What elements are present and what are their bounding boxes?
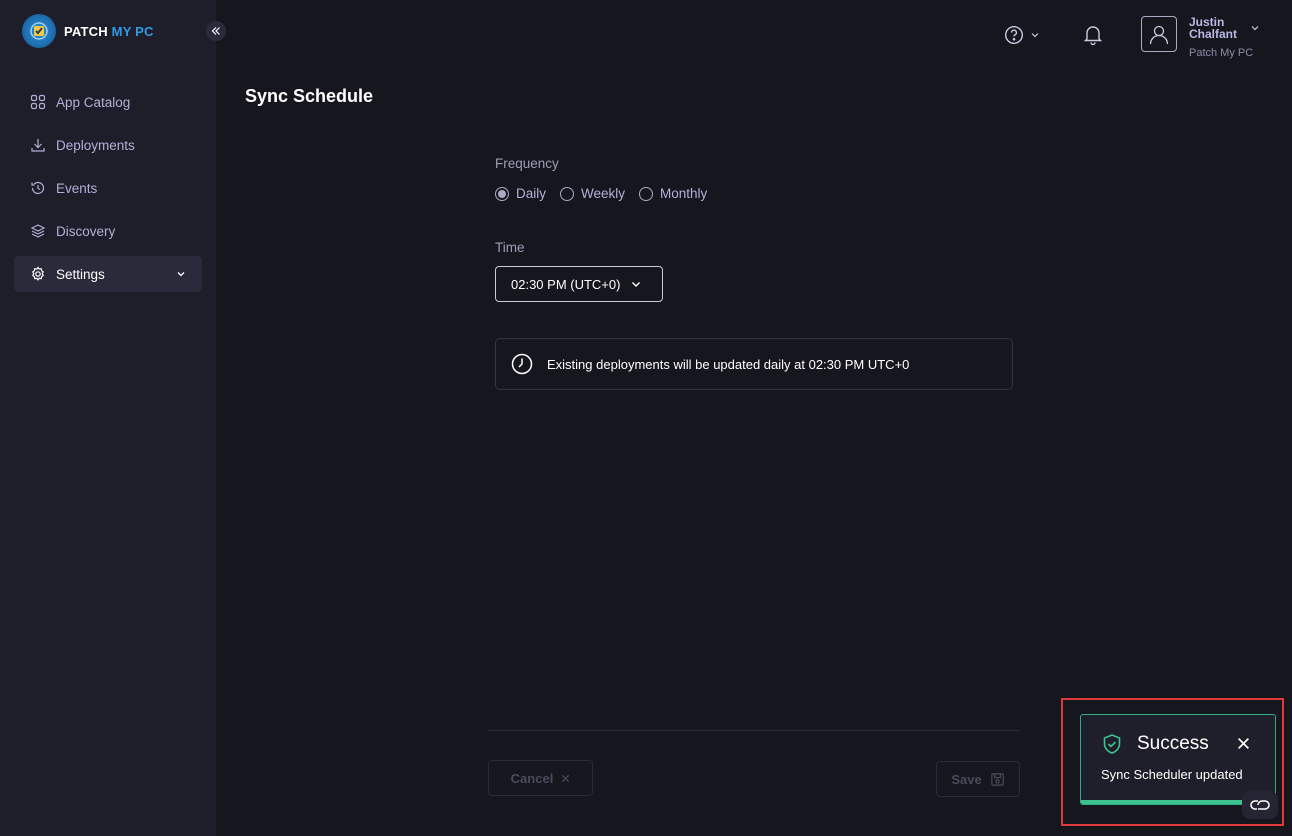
help-icon [1004, 25, 1024, 45]
shield-check-icon [1103, 734, 1121, 754]
close-icon [562, 774, 570, 782]
collapse-sidebar-button[interactable] [206, 21, 226, 41]
sidebar-item-label: Settings [56, 266, 105, 282]
bell-icon [1083, 26, 1103, 46]
user-name: Justin Chalfant [1189, 16, 1249, 40]
radio-daily[interactable]: Daily [495, 186, 546, 201]
toast-title: Success [1137, 733, 1209, 754]
radio-dot[interactable] [560, 186, 575, 201]
user-menu[interactable]: Justin Chalfant Patch My PC [1141, 16, 1253, 59]
user-icon [1149, 25, 1169, 45]
schedule-info-box: Existing deployments will be updated dai… [495, 338, 1013, 390]
time-select[interactable]: 02:30 PM (UTC+0) [495, 266, 663, 302]
cancel-button-label: Cancel [510, 770, 554, 786]
sidebar-item-settings[interactable]: Settings [14, 256, 202, 292]
frequency-radio-group: Daily Weekly Monthly [495, 186, 707, 201]
sidebar-item-label: App Catalog [56, 94, 131, 110]
help-menu-button[interactable] [1004, 25, 1040, 45]
page-title: Sync Schedule [245, 86, 374, 106]
footer-divider [488, 730, 1020, 731]
sidebar-item-label: Discovery [56, 223, 116, 239]
toast-message: Sync Scheduler updated [1101, 767, 1243, 782]
brand-name-part1: PATCH [64, 23, 108, 39]
grid-icon [30, 94, 46, 110]
save-button-label: Save [951, 771, 982, 787]
user-org: Patch My PC [1189, 47, 1254, 59]
brand-logo[interactable]: PATCH MY PC [22, 14, 154, 48]
download-icon [31, 139, 45, 152]
layers-icon [30, 224, 46, 238]
brand-name: PATCH MY PC [64, 24, 154, 39]
radio-label: Daily [516, 186, 547, 201]
gear-icon [32, 266, 44, 281]
chevron-down-icon [1031, 33, 1039, 38]
schedule-info-text: Existing deployments will be updated dai… [547, 356, 910, 372]
toast-close-button[interactable] [1237, 737, 1250, 755]
chevron-down-icon[interactable] [1250, 20, 1260, 38]
chat-link-icon [1250, 800, 1270, 810]
chevron-down-icon [176, 269, 186, 279]
toast-progress-fill [1081, 800, 1246, 804]
clock-icon [511, 353, 533, 375]
sidebar-item-events[interactable]: Events [14, 170, 202, 206]
history-icon [31, 181, 45, 195]
toast-header: Success [1101, 733, 1209, 755]
user-info: Justin Chalfant Patch My PC [1189, 16, 1253, 59]
app-root: PATCH MY PC App Catalog Deployments Even… [0, 0, 1292, 836]
radio-label: Monthly [660, 186, 708, 201]
sidebar-item-app-catalog[interactable]: App Catalog [14, 84, 202, 120]
sidebar-item-label: Deployments [56, 137, 135, 153]
radio-dot-checked[interactable] [495, 186, 509, 201]
sidebar-item-label: Events [56, 180, 98, 196]
support-widget-button[interactable] [1242, 791, 1278, 819]
brand-name-part2: MY PC [111, 23, 154, 39]
avatar [1141, 16, 1177, 52]
sidebar: PATCH MY PC App Catalog Deployments Even… [0, 0, 216, 836]
frequency-label: Frequency [495, 156, 559, 171]
save-button[interactable]: Save [936, 761, 1020, 797]
close-icon [1238, 738, 1249, 749]
cancel-button[interactable]: Cancel [488, 760, 593, 796]
logo-icon [22, 14, 56, 48]
radio-monthly[interactable]: Monthly [639, 186, 707, 201]
save-icon [990, 772, 1004, 786]
sidebar-item-deployments[interactable]: Deployments [14, 127, 202, 163]
radio-dot[interactable] [639, 186, 654, 201]
time-select-value: 02:30 PM (UTC+0) [511, 276, 621, 292]
radio-weekly[interactable]: Weekly [560, 186, 625, 201]
chevrons-left-icon [211, 27, 220, 35]
sidebar-nav: App Catalog Deployments Events Discovery [14, 84, 202, 299]
radio-label: Weekly [581, 186, 626, 201]
user-last-name: Chalfant [1189, 27, 1237, 41]
time-label: Time [495, 240, 525, 255]
chevron-down-icon [632, 282, 641, 287]
notifications-button[interactable] [1083, 24, 1103, 51]
sidebar-item-discovery[interactable]: Discovery [14, 213, 202, 249]
